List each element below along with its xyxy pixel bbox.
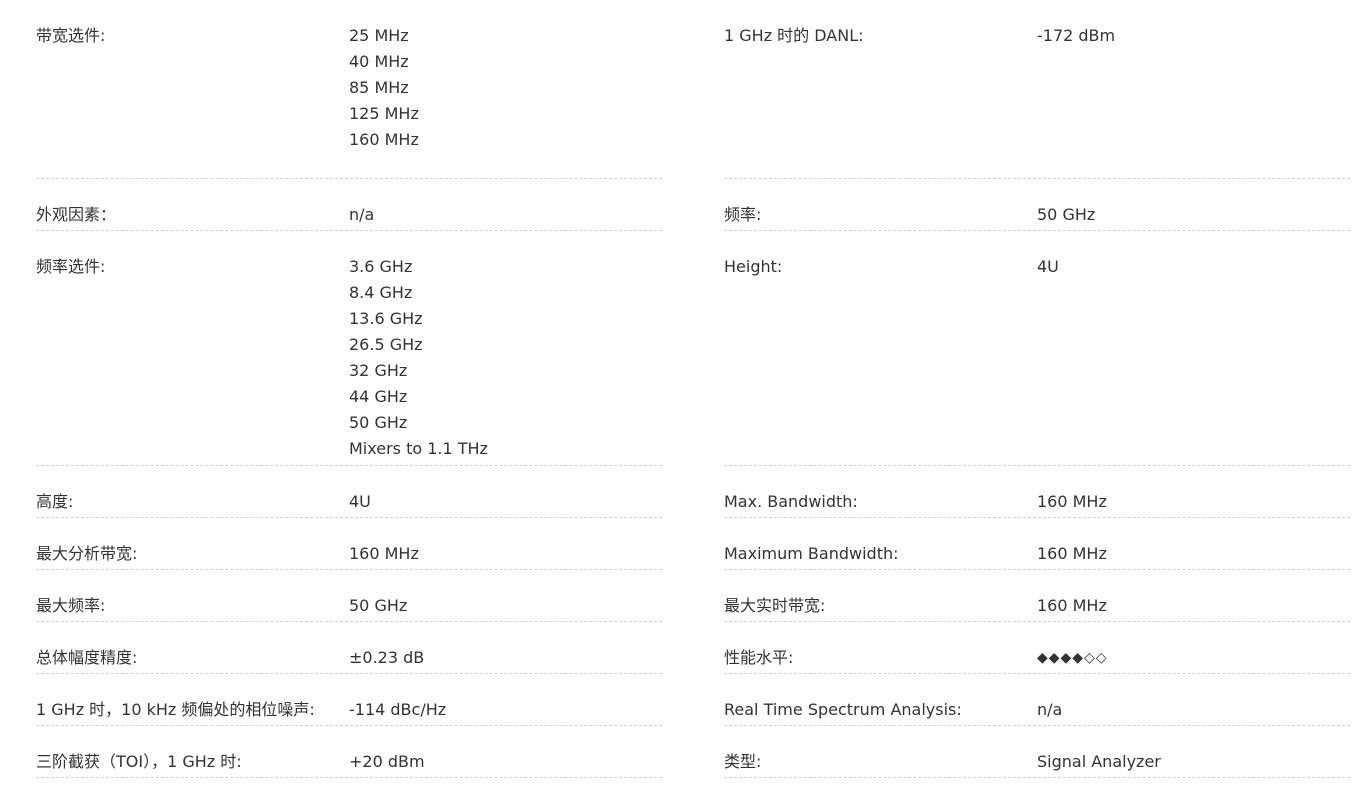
spec-values: 160 MHz	[1037, 541, 1350, 567]
spec-row-toi: 三阶截获（TOI），1 GHz 时: +20 dBm	[36, 726, 662, 778]
spec-row-bandwidth-options: 带宽选件: 25 MHz 40 MHz 85 MHz 125 MHz 160 M…	[36, 0, 662, 179]
spec-value: 160 MHz	[1037, 596, 1107, 615]
spec-label: 性能水平:	[724, 648, 794, 667]
spec-value: 8.4 GHz	[349, 283, 413, 302]
spec-values: ±0.23 dB	[349, 645, 662, 671]
spec-column-right: 1 GHz 时的 DANL: -172 dBm 频率: 50 GHz Heigh…	[724, 0, 1350, 778]
spec-value: ±0.23 dB	[349, 648, 425, 667]
spec-value: 160 MHz	[1037, 492, 1107, 511]
spec-value: 85 MHz	[349, 78, 409, 97]
spec-row-max-bandwidth: Max. Bandwidth: 160 MHz	[724, 466, 1350, 518]
spec-value: n/a	[349, 205, 375, 224]
spec-label: Height:	[724, 257, 783, 276]
spec-label: 类型:	[724, 752, 762, 771]
spec-values: 160 MHz	[1037, 489, 1350, 515]
spec-value: 3.6 GHz	[349, 257, 413, 276]
spec-row-phase-noise: 1 GHz 时，10 kHz 频偏处的相位噪声: -114 dBc/Hz	[36, 674, 662, 726]
spec-label: 最大分析带宽:	[36, 544, 138, 563]
spec-row-max-realtime-bandwidth: 最大实时带宽: 160 MHz	[724, 570, 1350, 622]
spec-values: Signal Analyzer	[1037, 749, 1350, 775]
spec-values: n/a	[1037, 697, 1350, 723]
spec-values: 4U	[1037, 254, 1350, 280]
spec-value: 4U	[349, 492, 371, 511]
spec-value: 50 GHz	[349, 596, 408, 615]
spec-label: 外观因素：	[36, 205, 117, 224]
spec-table: 带宽选件: 25 MHz 40 MHz 85 MHz 125 MHz 160 M…	[0, 0, 1355, 785]
spec-value: -114 dBc/Hz	[349, 700, 447, 719]
spec-value: 50 GHz	[349, 413, 408, 432]
spec-values: ◆◆◆◆◇◇	[1037, 645, 1350, 671]
spec-values: -172 dBm	[1037, 23, 1350, 49]
spec-label: Maximum Bandwidth:	[724, 544, 899, 563]
spec-row-type: 类型: Signal Analyzer	[724, 726, 1350, 778]
spec-value: 160 MHz	[349, 130, 419, 149]
spec-value: 13.6 GHz	[349, 309, 423, 328]
spec-row-height-en: Height: 4U	[724, 231, 1350, 466]
spec-label: 带宽选件:	[36, 26, 106, 45]
spec-values: -114 dBc/Hz	[349, 697, 662, 723]
spec-values: 4U	[349, 489, 662, 515]
spec-row-frequency: 频率: 50 GHz	[724, 179, 1350, 231]
spec-values: 25 MHz 40 MHz 85 MHz 125 MHz 160 MHz	[349, 23, 662, 153]
spec-label: Max. Bandwidth:	[724, 492, 858, 511]
spec-row-amplitude-accuracy: 总体幅度精度: ±0.23 dB	[36, 622, 662, 674]
spec-value: 160 MHz	[349, 544, 419, 563]
spec-value: +20 dBm	[349, 752, 425, 771]
spec-values: 50 GHz	[349, 593, 662, 619]
spec-label: 三阶截获（TOI），1 GHz 时:	[36, 752, 242, 771]
spec-values: 160 MHz	[349, 541, 662, 567]
spec-value: 25 MHz	[349, 26, 409, 45]
spec-value: 125 MHz	[349, 104, 419, 123]
spec-label: 1 GHz 时，10 kHz 频偏处的相位噪声:	[36, 700, 315, 719]
spec-values: 160 MHz	[1037, 593, 1350, 619]
spec-values: 50 GHz	[1037, 202, 1350, 228]
spec-values: n/a	[349, 202, 662, 228]
spec-value: 40 MHz	[349, 52, 409, 71]
spec-column-left: 带宽选件: 25 MHz 40 MHz 85 MHz 125 MHz 160 M…	[36, 0, 662, 778]
spec-value: 26.5 GHz	[349, 335, 423, 354]
spec-value: 50 GHz	[1037, 205, 1096, 224]
spec-values: 3.6 GHz 8.4 GHz 13.6 GHz 26.5 GHz 32 GHz…	[349, 254, 662, 462]
spec-row-frequency-options: 频率选件: 3.6 GHz 8.4 GHz 13.6 GHz 26.5 GHz …	[36, 231, 662, 466]
spec-row-height: 高度: 4U	[36, 466, 662, 518]
spec-label: 频率选件:	[36, 257, 106, 276]
spec-row-performance-level: 性能水平: ◆◆◆◆◇◇	[724, 622, 1350, 674]
spec-row-danl: 1 GHz 时的 DANL: -172 dBm	[724, 0, 1350, 179]
spec-label: 总体幅度精度:	[36, 648, 138, 667]
spec-value: 4U	[1037, 257, 1059, 276]
spec-value: Mixers to 1.1 THz	[349, 439, 488, 458]
spec-label: 频率:	[724, 205, 762, 224]
spec-value: 44 GHz	[349, 387, 408, 406]
spec-value: Signal Analyzer	[1037, 752, 1161, 771]
spec-label: 最大频率:	[36, 596, 106, 615]
spec-value: 32 GHz	[349, 361, 408, 380]
spec-label: 最大实时带宽:	[724, 596, 826, 615]
spec-row-max-frequency: 最大频率: 50 GHz	[36, 570, 662, 622]
spec-values: +20 dBm	[349, 749, 662, 775]
spec-row-form-factor: 外观因素： n/a	[36, 179, 662, 231]
performance-rating: ◆◆◆◆◇◇	[1037, 650, 1108, 666]
spec-value: 160 MHz	[1037, 544, 1107, 563]
spec-value: -172 dBm	[1037, 26, 1116, 45]
spec-row-maximum-bandwidth: Maximum Bandwidth: 160 MHz	[724, 518, 1350, 570]
spec-value: n/a	[1037, 700, 1063, 719]
spec-label: 1 GHz 时的 DANL:	[724, 26, 864, 45]
spec-label: Real Time Spectrum Analysis:	[724, 700, 962, 719]
spec-row-realtime-analysis: Real Time Spectrum Analysis: n/a	[724, 674, 1350, 726]
spec-row-max-analysis-bandwidth: 最大分析带宽: 160 MHz	[36, 518, 662, 570]
spec-label: 高度:	[36, 492, 74, 511]
